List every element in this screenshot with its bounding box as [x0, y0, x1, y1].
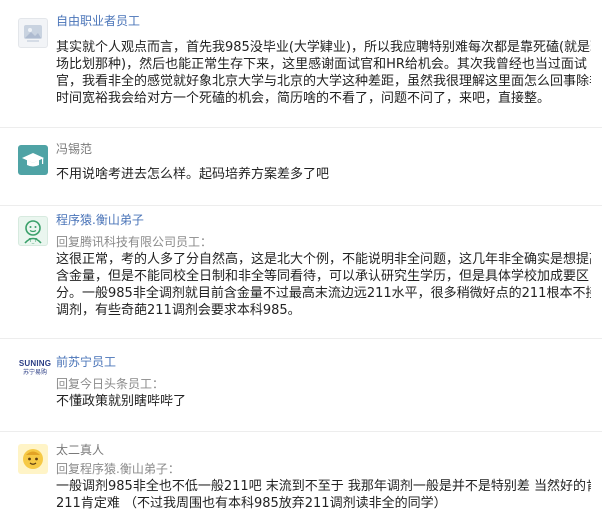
comment-text-line: 其实就个人观点而言，首先我985没毕业(大学肄业)，所以我应聘特别难每次都是靠死…: [56, 40, 591, 55]
reply-to-label[interactable]: 回复腾讯科技有限公司员工：: [56, 235, 212, 250]
comment-text-line: 官，我看非全的感觉就好象北京大学与北京的大学这种差距，虽然我很理解这里面怎么回事…: [56, 74, 591, 89]
comment-item: 自由职业者员工 其实就个人观点而言，首先我985没毕业(大学肄业)，所以我应聘特…: [0, 0, 602, 128]
comment-text-line: 不用说啥考进去怎么样。起码培养方案差多了吧: [56, 167, 330, 182]
comment-text-line: 这很正常，考的人多了分自然高，这是北大个例，不能说明非全问题，这几年非全确实是想…: [56, 252, 591, 267]
suning-logo-avatar[interactable]: SUNING 苏宁易购: [18, 353, 52, 383]
comment-feed: 自由职业者员工 其实就个人观点而言，首先我985没毕业(大学肄业)，所以我应聘特…: [0, 0, 602, 515]
commenter-name[interactable]: 太二真人: [56, 443, 104, 458]
suning-logo-text: SUNING: [18, 359, 52, 368]
commenter-name[interactable]: 自由职业者员工: [56, 14, 140, 29]
commenter-name[interactable]: 程序猿.衡山弟子: [56, 213, 144, 228]
comment-text: 不懂政策就别瞎哔哔了: [56, 393, 591, 410]
suning-logo-subtext: 苏宁易购: [22, 369, 47, 376]
comment-text-line: 分。一般985非全调剂就目前含金量不过最高末流边远211水平，很多稍微好点的21…: [56, 286, 591, 301]
comment-text: 这很正常，考的人多了分自然高，这是北大个例，不能说明非全问题，这几年非全确实是想…: [56, 251, 591, 319]
comment-text-line: 不懂政策就别瞎哔哔了: [56, 394, 187, 409]
reply-to-label[interactable]: 回复程序猿.衡山弟子：: [56, 462, 180, 477]
graduation-cap-avatar-icon[interactable]: [18, 145, 48, 175]
cartoon-person-avatar-icon[interactable]: T_T: [18, 216, 48, 246]
comment-text-line: 时间宽裕我会给对方一个死磕的机会，简历啥的不看了，问题不问了，来吧，直接整。: [56, 91, 551, 106]
comment-text-line: 一般调剂985非全也不低一般211吧 末流到不至于 我那年调剂一般是并不是特别差…: [56, 479, 591, 494]
comment-text-line: 含金量，但是不能同校全日制和非全等同看待，可以承认研究生学历，但是具体学校加成要…: [56, 269, 590, 284]
placeholder-avatar-icon[interactable]: [18, 18, 48, 48]
comment-text: 不用说啥考进去怎么样。起码培养方案差多了吧: [56, 166, 591, 183]
commenter-name[interactable]: 前苏宁员工: [56, 355, 116, 370]
comment-text: 一般调剂985非全也不低一般211吧 末流到不至于 我那年调剂一般是并不是特别差…: [56, 478, 591, 512]
reply-to-label[interactable]: 回复今日头条员工：: [56, 377, 164, 392]
comment-item: 冯锡范 不用说啥考进去怎么样。起码培养方案差多了吧: [0, 128, 602, 206]
commenter-name[interactable]: 冯锡范: [56, 142, 92, 157]
comment-item: SUNING 苏宁易购 前苏宁员工 回复今日头条员工： 不懂政策就别瞎哔哔了: [0, 339, 602, 432]
comment-text-line: 211肯定难 （不过我周围也有本科985放弃211调剂读非全的同学）: [56, 496, 447, 511]
comment-item: 太二真人 回复程序猿.衡山弟子： 一般调剂985非全也不低一般211吧 末流到不…: [0, 432, 602, 515]
svg-text:T_T: T_T: [28, 238, 39, 244]
comment-item: T_T 程序猿.衡山弟子 回复腾讯科技有限公司员工： 这很正常，考的人多了分自然…: [0, 206, 602, 339]
comment-text-line: 场比划那种)，然后也能正常生存下来，这里感谢面试官和HR给机会。其次我曾经也当过…: [56, 57, 587, 72]
cartoon-character-avatar-icon[interactable]: [18, 444, 48, 474]
comment-text: 其实就个人观点而言，首先我985没毕业(大学肄业)，所以我应聘特别难每次都是靠死…: [56, 39, 591, 107]
comment-text-line: 调剂，有些奇葩211调剂会要求本科985。: [56, 303, 301, 318]
